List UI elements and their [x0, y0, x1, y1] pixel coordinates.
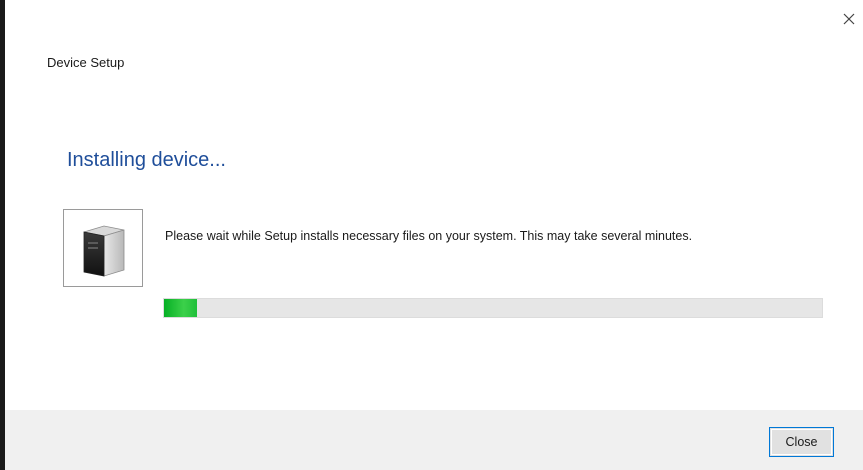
device-icon [83, 225, 125, 277]
device-setup-window: Device Setup Installing device... Please… [0, 0, 863, 470]
window-title: Device Setup [47, 55, 125, 70]
close-icon[interactable] [838, 8, 860, 30]
dialog-footer [5, 410, 863, 470]
page-heading: Installing device... [67, 149, 226, 171]
device-icon-frame [63, 209, 143, 287]
install-progress-bar [163, 298, 823, 318]
status-message: Please wait while Setup installs necessa… [165, 229, 693, 243]
progress-fill [164, 299, 197, 317]
window-left-edge [0, 0, 5, 470]
close-button[interactable]: Close [769, 427, 834, 457]
